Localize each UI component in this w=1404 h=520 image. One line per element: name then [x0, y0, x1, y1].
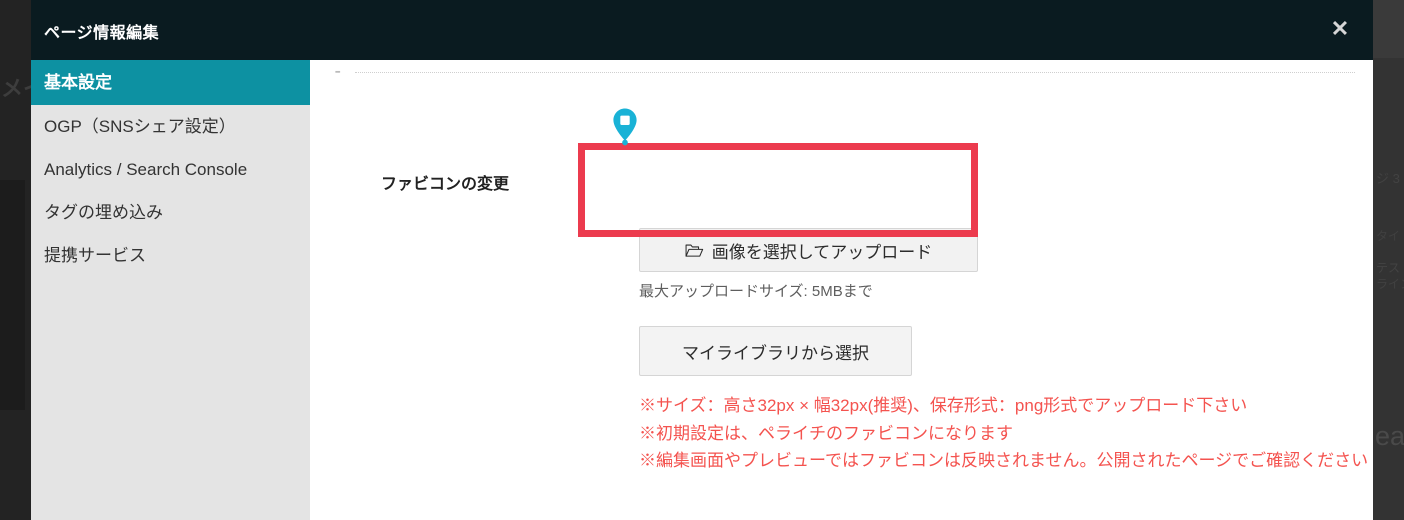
settings-content-panel: ▪▪▪ ファビコンの変更 画像を選択してアップロード 最大アップロードサイズ: …	[310, 60, 1373, 520]
sidebar-item-ogp[interactable]: OGP（SNSシェア設定）	[31, 105, 310, 148]
backdrop-ghost-fragment-2: タイト	[1376, 229, 1404, 243]
favicon-note-3: ※編集画面やプレビューではファビコンは反映されません。公開されたページでご確認く…	[639, 451, 1369, 471]
modal-header: ページ情報編集 ✕	[31, 0, 1373, 60]
max-upload-size-hint: 最大アップロードサイズ: 5MBまで	[639, 283, 873, 300]
open-folder-icon	[685, 243, 704, 258]
section-dot-marker: ▪▪▪	[335, 69, 341, 76]
favicon-note-1: ※サイズ：高さ32px × 幅32px(推奨)、保存形式：png形式でアップロー…	[639, 396, 1248, 415]
backdrop-right-top-strip	[1373, 0, 1404, 58]
section-divider	[355, 72, 1355, 74]
modal-body: 基本設定 OGP（SNSシェア設定） Analytics / Search Co…	[31, 60, 1373, 520]
sidebar-item-label: 提携サービス	[44, 245, 146, 265]
favicon-note-2: ※初期設定は、ペライチのファビコンになります	[639, 423, 1013, 443]
favicon-field-label: ファビコンの変更	[381, 176, 510, 193]
sidebar-item-analytics-search-console[interactable]: Analytics / Search Console	[31, 149, 310, 191]
page-title: ページ情報編集	[44, 25, 160, 42]
sidebar-item-partner-services[interactable]: 提携サービス	[31, 234, 310, 277]
backdrop-ghost-fragment-3: テスト	[1376, 261, 1404, 275]
backdrop-left-block	[0, 180, 25, 410]
close-icon[interactable]: ✕	[1327, 16, 1353, 42]
sidebar-item-basic-settings[interactable]: 基本設定	[31, 60, 310, 106]
page-info-edit-modal: ページ情報編集 ✕ 基本設定 OGP（SNSシェア設定） Analytics /…	[31, 0, 1373, 520]
sidebar-item-label: OGP（SNSシェア設定）	[44, 117, 236, 137]
upload-image-button[interactable]: 画像を選択してアップロード	[639, 228, 978, 272]
screen-root: メイ ジ 3 タイト テスト ライン ea ページ情報編集 ✕ 基本設定 OGP…	[0, 0, 1404, 520]
settings-sidebar: 基本設定 OGP（SNSシェア設定） Analytics / Search Co…	[31, 60, 310, 520]
sidebar-item-label: タグの埋め込み	[44, 202, 163, 222]
favicon-notes: ※サイズ：高さ32px × 幅32px(推奨)、保存形式：png形式でアップロー…	[639, 392, 1404, 475]
upload-image-button-label: 画像を選択してアップロード	[711, 242, 933, 262]
backdrop-ghost-fragment-4: ライン	[1376, 277, 1404, 291]
backdrop-ghost-fragment-1: ジ 3	[1376, 171, 1400, 186]
select-from-library-button[interactable]: マイライブラリから選択	[639, 326, 912, 376]
sidebar-item-label: Analytics / Search Console	[44, 159, 248, 179]
sidebar-item-tag-embed[interactable]: タグの埋め込み	[31, 191, 310, 234]
sidebar-item-label: 基本設定	[44, 73, 112, 92]
